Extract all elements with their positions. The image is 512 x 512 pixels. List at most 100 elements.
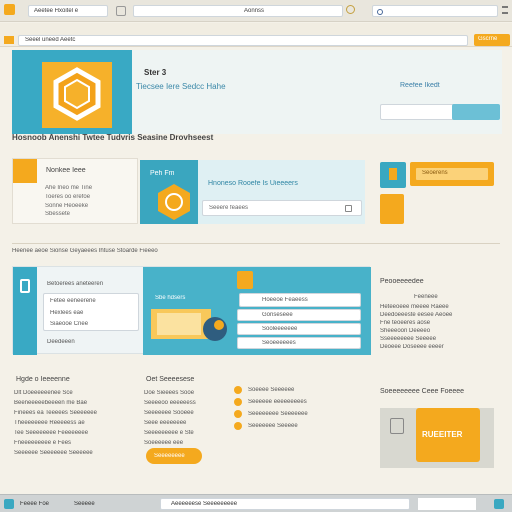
url-field[interactable]: Seeel uneed Aeetc (18, 35, 468, 46)
side-widget-flag-icon (389, 168, 397, 180)
panel-left-line-3: Hexlees eae (50, 310, 84, 316)
col3-item-4[interactable]: Seeeeeee Seeeee (248, 423, 358, 430)
col3-icon-1 (234, 386, 242, 394)
promo-label: RUEEITER (422, 430, 463, 439)
right-line-6: Sseeeeeeee Seeeee (380, 336, 437, 342)
col1-title: Hgde o Ieeeenne (16, 376, 70, 383)
panel-row-1-text: Gonseseee (262, 312, 293, 318)
browser-tab[interactable]: Aeetee Hxoitel e (28, 5, 108, 17)
side-widget-bottom-icon (380, 194, 404, 224)
open-box-icon (151, 309, 227, 341)
col2-title: Oet Seeeesese (146, 376, 195, 383)
card-2-input-value: Seeere feaees (209, 205, 249, 211)
taskbar-item-1[interactable]: Feeee Foe (20, 501, 70, 508)
hexagon-logo-icon (42, 62, 112, 128)
col1-line-4: Theeeeeeee Reeeeess ae (14, 420, 85, 426)
card-2-input-icon (345, 205, 352, 212)
right-line-1: Feeneee (414, 294, 438, 300)
promo-box: RUEEITER (380, 408, 494, 468)
search-label: Reefee Ikedt (400, 82, 440, 89)
bottom-col-3: Soeeee Seeeeee Seeeeee eeeeeeeees Seeeee… (234, 386, 364, 434)
col1-line-5: Tee Seeeeeeee Feeeeeeee (14, 430, 89, 436)
go-label: Gscrne (478, 36, 498, 42)
app-icon[interactable] (4, 4, 15, 15)
col1-line-6: Fneeeeeeeee e Fees (14, 440, 72, 446)
col2-button-label: Seeeeeeee (154, 453, 185, 459)
tray-icon[interactable] (494, 499, 504, 509)
panel-illustration (147, 299, 233, 349)
card-1-label: Nonkee Ieee (46, 167, 86, 174)
card-1-line-4: Sbessete (45, 211, 71, 217)
col2-line-1: Doe Sieeees Sooe (144, 390, 195, 396)
right-line-2: Heteeoeee meeee Raeee (380, 304, 449, 310)
col2-line-3: Seeeeeee Sooeee (144, 410, 194, 416)
address-text: Aonnss (244, 8, 265, 14)
section2-title: Heenee aeoe Sionse Geyaeees Ihtuse Stoar… (12, 248, 158, 254)
col3-item-1[interactable]: Soeeee Seeeeee (248, 387, 358, 394)
side-widget-button-label: Seoerens (422, 170, 448, 176)
menu-icon[interactable] (502, 6, 508, 14)
tray-area[interactable] (418, 498, 476, 510)
col2-button[interactable]: Seeeeeeee (146, 448, 202, 464)
right-line-5: Sheeeoon Deeeeo (380, 328, 431, 334)
card-2-illustration (154, 182, 194, 222)
main-panel: Betoerees aneteeren Fetee eeneerene Hexl… (12, 266, 371, 355)
panel-row-3[interactable]: Seoeeeeees (237, 337, 361, 349)
hero-banner: Ster 3 Tiecsee Iere Sedcc Hahe Reefee Ik… (12, 50, 502, 134)
side-widget-button[interactable]: Seoerens (410, 162, 494, 186)
panel-row-2[interactable]: Sooleeeeeee (237, 323, 361, 335)
panel-tab[interactable]: Sbe hdsers (155, 295, 199, 302)
panel-left-button[interactable]: Deedeeen (47, 339, 107, 346)
section1-title: Hosnoob Anenshi Twtee Tudvris Seasine Dr… (12, 133, 214, 142)
card-1-line-3: Sonne Heoeeke (45, 203, 89, 209)
card-2: Peh Fm Hnoneso Rooefe Is Uieeeers Seeere… (140, 160, 365, 224)
panel-row-2-text: Sooleeeeeee (262, 326, 298, 332)
right-text-block: Peooeeeedee Feeneee Heteeoeee meeee Raee… (378, 276, 504, 356)
search-box[interactable] (372, 5, 498, 17)
col1-line-7: Seeeeee Seeeeeee Seeeeee (14, 450, 93, 456)
start-icon[interactable] (4, 499, 14, 509)
panel-row-1[interactable]: Gonseseee (237, 309, 361, 321)
card-2-title: Hnoneso Rooefe Is Uieeeers (208, 180, 298, 187)
go-button[interactable]: Gscrne (474, 34, 510, 46)
card-1: Nonkee Ieee Ahe Ineo me Tine Toeres oo e… (12, 158, 138, 224)
panel-left-line-1: Betoerees aneteeren (47, 281, 104, 287)
logo (32, 56, 122, 134)
side-widget-inner: Seoerens (416, 168, 488, 180)
back-icon[interactable] (116, 6, 126, 16)
url-row: Seeel uneed Aeetc Gscrne (0, 23, 512, 47)
refresh-icon[interactable] (346, 5, 355, 14)
panel-row-3-text: Seoeeeeees (262, 340, 296, 346)
panel-right-avatar (237, 271, 253, 289)
promo-title: Soeeeeeeee Ceee Foeeee (380, 388, 465, 395)
hero-search-button[interactable] (452, 104, 500, 120)
card-1-line-1: Ahe Ineo me Tine (45, 185, 93, 191)
panel-search-input[interactable]: Hoeeoe Feaeess (239, 293, 361, 307)
bottom-col-2: Oet Seeeesese Doe Sieeees Sooe Seeeeoo e… (144, 374, 234, 470)
brand-subtitle: Tiecsee Iere Sedcc Hahe (136, 82, 226, 91)
divider (12, 243, 500, 244)
col3-icon-4 (234, 422, 242, 430)
card-2-label: Peh Fm (150, 170, 175, 177)
taskbar-search[interactable]: Aeeeeeese Seeeeeeeee (160, 498, 410, 510)
panel-left-card[interactable]: Fetee eeneerene Hexlees eae Siaeooe Cnee (43, 293, 139, 331)
panel-left-icon (20, 279, 30, 293)
promo-button[interactable]: RUEEITER (416, 408, 480, 462)
address-bar[interactable]: Aonnss (133, 5, 343, 17)
col3-icon-3 (234, 410, 242, 418)
right-title: Peooeeeedee (380, 278, 424, 285)
card-2-input[interactable]: Seeere feaees (202, 200, 362, 216)
url-text: Seeel uneed Aeetc (25, 37, 76, 43)
col3-item-2[interactable]: Seeeeee eeeeeeeees (248, 399, 358, 406)
card-1-icon (13, 159, 37, 183)
right-line-7: Deoeee Doseeee eeeer (380, 344, 444, 350)
taskbar-item-3: Aeeeeeese Seeeeeeeee (171, 501, 238, 507)
taskbar-item-2[interactable]: Seeeee (74, 501, 114, 508)
col3-item-3[interactable]: Seeeeeeee Seeeeeee (248, 411, 358, 418)
promo-widget: Soeeeeeeee Ceee Foeeee RUEEITER (378, 386, 498, 472)
browser-chrome: Aeetee Hxoitel e Aonnss (0, 0, 512, 22)
col2-line-6: Soeeeeee eee (144, 440, 184, 446)
right-line-4: Fne teoeeres aose (380, 320, 431, 326)
panel-left-line-2: Fetee eeneerene (50, 298, 96, 304)
home-icon[interactable] (4, 36, 14, 44)
